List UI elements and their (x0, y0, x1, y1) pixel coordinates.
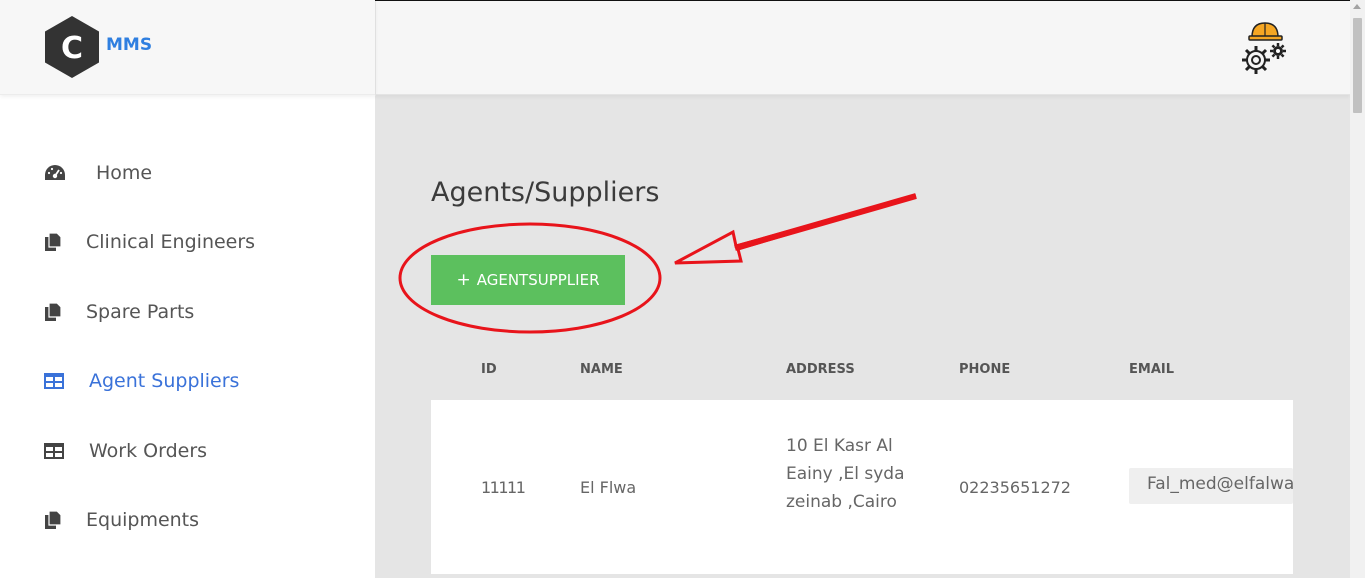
logo-letter: C (61, 31, 83, 66)
sidebar-item-home[interactable]: Home (0, 138, 375, 208)
scroll-up-arrow-icon[interactable] (1353, 4, 1361, 9)
column-header-id: ID (481, 362, 497, 377)
sidebar-item-label: Work Orders (89, 439, 208, 462)
cell-email[interactable]: Fal_med@elfalwa (1129, 468, 1293, 504)
sidebar-item-clinical-engineers[interactable]: Clinical Engineers (0, 208, 375, 278)
sidebar-item-equipments[interactable]: Equipments (0, 486, 375, 556)
cell-name: El Flwa (580, 478, 637, 497)
column-header-address: ADDRESS (786, 362, 855, 377)
table-icon (44, 373, 66, 390)
add-button-label: AGENTSUPPLIER (476, 271, 600, 289)
column-header-name: NAME (580, 362, 623, 377)
cell-phone: 02235651272 (959, 478, 1071, 497)
sidebar-item-agent-suppliers[interactable]: Agent Suppliers (0, 347, 375, 417)
pointer-arrow-shaft (734, 193, 917, 251)
table-icon (44, 442, 66, 459)
cell-address: 10 El Kasr Al Eainy ,El syda zeinab ,Cai… (786, 436, 905, 512)
copy-icon (44, 232, 66, 252)
sidebar-item-label: Agent Suppliers (89, 370, 240, 393)
table-row[interactable]: 11111 El Flwa 10 El Kasr Al Eainy ,El sy… (431, 400, 1293, 574)
sidebar-item-label: Equipments (86, 509, 200, 532)
sidebar-item-work-orders[interactable]: Work Orders (0, 416, 375, 486)
logo-icon: C (42, 14, 102, 80)
brand[interactable]: C MMS (0, 0, 375, 95)
divider (375, 1, 376, 96)
pointer-arrow (674, 194, 917, 265)
sidebar-item-label: Spare Parts (86, 300, 195, 323)
sidebar-nav: Home Clinical Engineers Spare Parts Agen… (0, 95, 375, 555)
add-agent-supplier-button[interactable]: + AGENTSUPPLIER (431, 255, 625, 305)
column-header-email: EMAIL (1129, 362, 1174, 377)
brand-name: MMS (106, 35, 153, 55)
sidebar-item-spare-parts[interactable]: Spare Parts (0, 277, 375, 347)
plus-icon: + (456, 270, 471, 290)
engineer-gear-icon[interactable] (1236, 19, 1292, 77)
sidebar-item-label: Home (96, 161, 153, 184)
copy-icon (44, 302, 66, 322)
scrollbar[interactable] (1350, 0, 1365, 578)
sidebar-item-label: Clinical Engineers (86, 231, 256, 254)
top-bar (375, 0, 1350, 96)
column-header-phone: PHONE (959, 362, 1011, 377)
scroll-thumb[interactable] (1353, 18, 1362, 113)
page-title: Agents/Suppliers (431, 177, 660, 208)
cell-id: 11111 (481, 478, 526, 497)
sidebar: C MMS Home Clinical Engineers Spare Part… (0, 0, 375, 578)
copy-icon (44, 510, 66, 530)
dashboard-icon (44, 164, 66, 182)
